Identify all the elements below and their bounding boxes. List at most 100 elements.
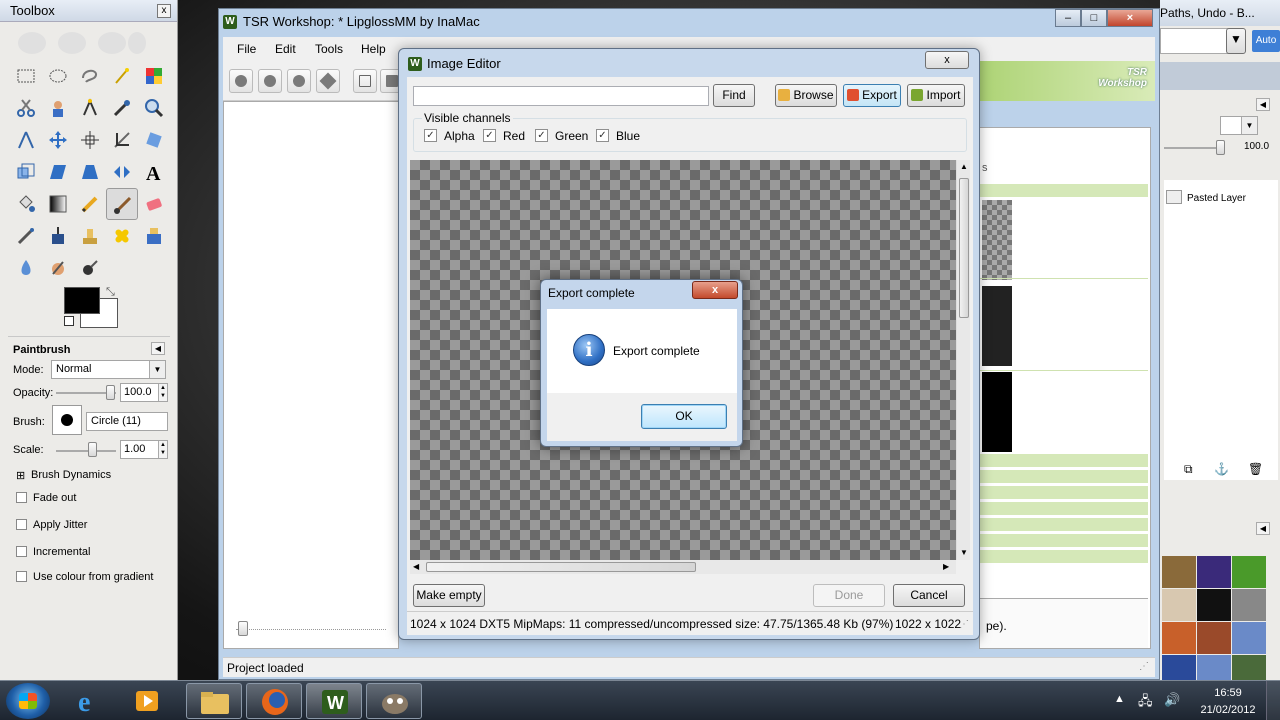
taskbar-media-player[interactable] bbox=[120, 683, 176, 719]
pattern-blur[interactable] bbox=[1197, 589, 1231, 621]
patterns-menu-icon[interactable]: ◀ bbox=[1256, 522, 1270, 535]
auto-button[interactable]: Auto bbox=[1252, 30, 1280, 52]
zoom-tool-icon[interactable] bbox=[138, 92, 170, 124]
volume-icon[interactable]: 🔊 bbox=[1164, 692, 1180, 708]
vertical-scroll-thumb[interactable] bbox=[959, 178, 969, 318]
toolbox-close-button[interactable]: x bbox=[157, 4, 171, 18]
scroll-left-icon[interactable]: ◀ bbox=[413, 562, 419, 571]
color-picker-tool-icon[interactable] bbox=[106, 92, 138, 124]
ink-tool-icon[interactable] bbox=[42, 220, 74, 252]
blue-checkbox[interactable]: ✓ bbox=[596, 129, 609, 142]
text-tool-icon[interactable]: A bbox=[138, 156, 170, 188]
property-row[interactable] bbox=[980, 184, 1148, 198]
property-row[interactable] bbox=[980, 518, 1148, 532]
swap-colors-icon[interactable]: ⤡ bbox=[106, 286, 115, 299]
dodge-burn-tool-icon[interactable] bbox=[74, 252, 106, 284]
crop-tool-icon[interactable] bbox=[106, 124, 138, 156]
pattern-brick[interactable] bbox=[1197, 622, 1231, 654]
toolbar-button-5[interactable] bbox=[353, 69, 377, 93]
zoom-slider-track[interactable] bbox=[236, 629, 386, 630]
pattern-wood[interactable] bbox=[1162, 622, 1196, 654]
resize-grip-icon[interactable]: ⋰ bbox=[959, 619, 969, 630]
ellipse-select-tool-icon[interactable] bbox=[42, 60, 74, 92]
layer-mode-dropdown[interactable]: ▼ bbox=[1220, 116, 1258, 135]
scale-tool-icon[interactable] bbox=[10, 156, 42, 188]
bucket-fill-tool-icon[interactable] bbox=[10, 188, 42, 220]
taskbar-tsr-workshop[interactable]: W bbox=[306, 683, 362, 719]
rotate-tool-icon[interactable] bbox=[138, 124, 170, 156]
pattern-marble[interactable] bbox=[1232, 622, 1266, 654]
export-button[interactable]: Export bbox=[843, 84, 901, 107]
flip-tool-icon[interactable] bbox=[106, 156, 138, 188]
dock-menu-icon[interactable]: ◀ bbox=[1256, 98, 1270, 111]
property-row[interactable] bbox=[980, 502, 1148, 516]
pattern-leopard[interactable] bbox=[1162, 556, 1196, 588]
shear-tool-icon[interactable] bbox=[42, 156, 74, 188]
layer-thumbnail[interactable] bbox=[1166, 190, 1182, 204]
layer-opacity-track[interactable] bbox=[1164, 147, 1224, 149]
done-button[interactable]: Done bbox=[813, 584, 885, 607]
anchor-icon[interactable]: ⚓ bbox=[1214, 462, 1229, 476]
image-editor-close-button[interactable]: x bbox=[925, 51, 969, 69]
texture-thumbnail[interactable] bbox=[982, 200, 1012, 280]
foreground-color-swatch[interactable] bbox=[64, 287, 100, 314]
rect-select-tool-icon[interactable] bbox=[10, 60, 42, 92]
import-button[interactable]: Import bbox=[907, 84, 965, 107]
texture-thumbnail[interactable] bbox=[982, 372, 1012, 452]
paths-tool-icon[interactable] bbox=[74, 92, 106, 124]
taskbar-gimp[interactable] bbox=[366, 683, 422, 719]
maximize-button[interactable]: □ bbox=[1081, 9, 1107, 27]
pencil-tool-icon[interactable] bbox=[74, 188, 106, 220]
scissors-tool-icon[interactable] bbox=[10, 92, 42, 124]
move-tool-icon[interactable] bbox=[42, 124, 74, 156]
perspective-clone-tool-icon[interactable] bbox=[138, 220, 170, 252]
free-select-tool-icon[interactable] bbox=[74, 60, 106, 92]
minimize-button[interactable]: – bbox=[1055, 9, 1081, 27]
gradient-colour-checkbox[interactable] bbox=[16, 571, 27, 582]
spin-arrows-icon[interactable]: ▲ ▼ bbox=[158, 384, 167, 401]
pattern-leaves[interactable] bbox=[1232, 556, 1266, 588]
opacity-slider-handle[interactable] bbox=[106, 385, 115, 400]
pattern-rock[interactable] bbox=[1232, 589, 1266, 621]
taskbar-firefox[interactable] bbox=[246, 683, 302, 719]
measure-tool-icon[interactable] bbox=[10, 124, 42, 156]
layer-group-icon[interactable]: ⧉ bbox=[1184, 462, 1193, 477]
blend-tool-icon[interactable] bbox=[42, 188, 74, 220]
resize-grip-icon[interactable]: ⋰ bbox=[1139, 661, 1149, 672]
fuzzy-select-tool-icon[interactable] bbox=[106, 60, 138, 92]
layer-opacity-handle[interactable] bbox=[1216, 140, 1225, 155]
scroll-up-icon[interactable]: ▲ bbox=[960, 162, 968, 171]
toolbar-button-4[interactable] bbox=[316, 69, 340, 93]
search-input[interactable] bbox=[413, 86, 709, 106]
spin-arrows-icon[interactable]: ▲ ▼ bbox=[158, 441, 167, 458]
airbrush-tool-icon[interactable] bbox=[10, 220, 42, 252]
find-button[interactable]: Find bbox=[713, 84, 755, 107]
texture-thumbnail[interactable] bbox=[982, 286, 1012, 366]
menu-tools[interactable]: Tools bbox=[315, 42, 343, 56]
cancel-button[interactable]: Cancel bbox=[893, 584, 965, 607]
apply-jitter-checkbox[interactable] bbox=[16, 519, 27, 530]
menu-edit[interactable]: Edit bbox=[275, 42, 296, 56]
property-row[interactable] bbox=[980, 470, 1148, 484]
show-hidden-icons-icon[interactable]: ▲ bbox=[1114, 693, 1125, 705]
tool-options-menu-icon[interactable]: ◀ bbox=[151, 342, 165, 355]
toolbar-button-3[interactable] bbox=[287, 69, 311, 93]
brush-name-field[interactable]: Circle (11) bbox=[86, 412, 168, 431]
incremental-checkbox[interactable] bbox=[16, 546, 27, 557]
scroll-right-icon[interactable]: ▶ bbox=[943, 562, 949, 571]
pattern-paper[interactable] bbox=[1162, 589, 1196, 621]
alpha-checkbox[interactable]: ✓ bbox=[424, 129, 437, 142]
browse-button[interactable]: Browse bbox=[775, 84, 837, 107]
default-colors-icon[interactable] bbox=[64, 316, 74, 326]
menu-file[interactable]: File bbox=[237, 42, 256, 56]
tsr-preview-panel[interactable] bbox=[223, 101, 399, 649]
scale-slider-handle[interactable] bbox=[88, 442, 97, 457]
taskbar-explorer[interactable] bbox=[186, 683, 242, 719]
clock-date[interactable]: 21/02/2012 bbox=[1194, 704, 1262, 716]
clock-time[interactable]: 16:59 bbox=[1196, 687, 1260, 699]
start-button[interactable] bbox=[6, 683, 50, 719]
align-tool-icon[interactable] bbox=[74, 124, 106, 156]
trash-icon[interactable]: 🗑 bbox=[1248, 462, 1263, 476]
property-row[interactable] bbox=[980, 454, 1148, 468]
property-row[interactable] bbox=[980, 534, 1148, 548]
